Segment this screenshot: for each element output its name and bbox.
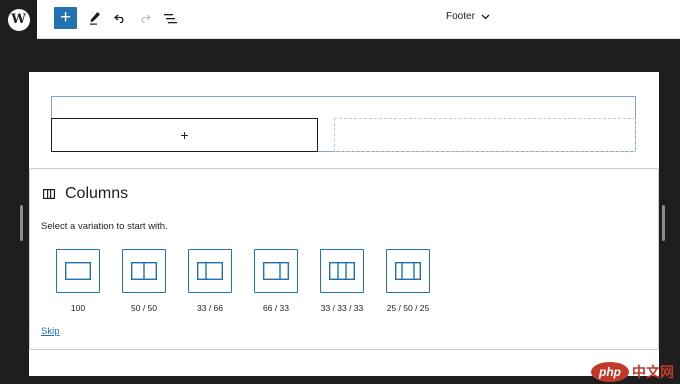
redo-button[interactable] (137, 7, 153, 29)
variation-label: 33 / 33 / 33 (320, 303, 364, 313)
watermark-text: 中文网 (632, 364, 674, 380)
column-block-empty[interactable] (334, 118, 636, 152)
columns-icon (43, 189, 55, 199)
layout-66-33-icon (263, 262, 289, 280)
column-block-appender[interactable]: + (51, 118, 318, 152)
variation-33-33-33-button[interactable] (320, 249, 364, 293)
variation-label: 50 / 50 (131, 303, 157, 313)
panel-instructions: Select a variation to start with. (41, 221, 168, 232)
variation-66-33-button[interactable] (254, 249, 298, 293)
variation-33-66[interactable]: 33 / 66 (177, 249, 243, 313)
variation-50-50-button[interactable] (122, 249, 166, 293)
wordpress-logo-icon: W (7, 8, 30, 31)
variation-list: 100 50 / 50 33 / 66 66 / 33 33 / 33 / 33… (45, 249, 441, 313)
document-title: Footer (446, 11, 475, 22)
document-title-selector[interactable]: Footer (446, 11, 490, 22)
layout-33-66-icon (197, 262, 223, 280)
redo-icon (141, 14, 151, 23)
variation-label: 33 / 66 (197, 303, 223, 313)
watermark-badge: php (591, 362, 629, 382)
wordpress-logo-button[interactable]: W (0, 0, 37, 39)
variation-label: 25 / 50 / 25 (386, 303, 430, 313)
skip-link[interactable]: Skip (41, 326, 59, 337)
editor-canvas: + Columns Select a variation to start wi… (29, 72, 659, 376)
layout-100-icon (65, 262, 91, 280)
pencil-icon (90, 12, 100, 25)
variation-33-33-33[interactable]: 33 / 33 / 33 (309, 249, 375, 313)
layout-33-33-33-icon (329, 262, 355, 280)
resize-handle-right[interactable] (662, 205, 665, 241)
php-cn-watermark: php 中文网 (591, 362, 674, 382)
resize-handle-left[interactable] (20, 205, 23, 241)
variation-25-50-25-button[interactable] (386, 249, 430, 293)
panel-title: Columns (65, 185, 129, 202)
plus-icon: + (59, 6, 72, 28)
layout-50-50-icon (131, 262, 157, 280)
plus-icon: + (180, 127, 189, 143)
tools-button[interactable] (87, 7, 103, 29)
variation-50-50[interactable]: 50 / 50 (111, 249, 177, 313)
list-view-icon (163, 13, 177, 23)
list-view-button[interactable] (162, 7, 178, 29)
variation-25-50-25[interactable]: 25 / 50 / 25 (375, 249, 441, 313)
chevron-down-icon (481, 14, 490, 19)
undo-button[interactable] (112, 7, 128, 29)
variation-100[interactable]: 100 (45, 249, 111, 313)
layout-25-50-25-icon (395, 262, 421, 280)
undo-icon (114, 14, 124, 23)
variation-label: 100 (70, 303, 86, 313)
editor-toolbar: W + Footer (0, 0, 680, 39)
variation-label: 66 / 33 (263, 303, 289, 313)
variation-100-button[interactable] (56, 249, 100, 293)
block-inserter-button[interactable]: + (54, 7, 77, 29)
columns-placeholder-panel: Columns Select a variation to start with… (29, 168, 659, 350)
variation-33-66-button[interactable] (188, 249, 232, 293)
panel-header: Columns (43, 185, 128, 203)
variation-66-33[interactable]: 66 / 33 (243, 249, 309, 313)
